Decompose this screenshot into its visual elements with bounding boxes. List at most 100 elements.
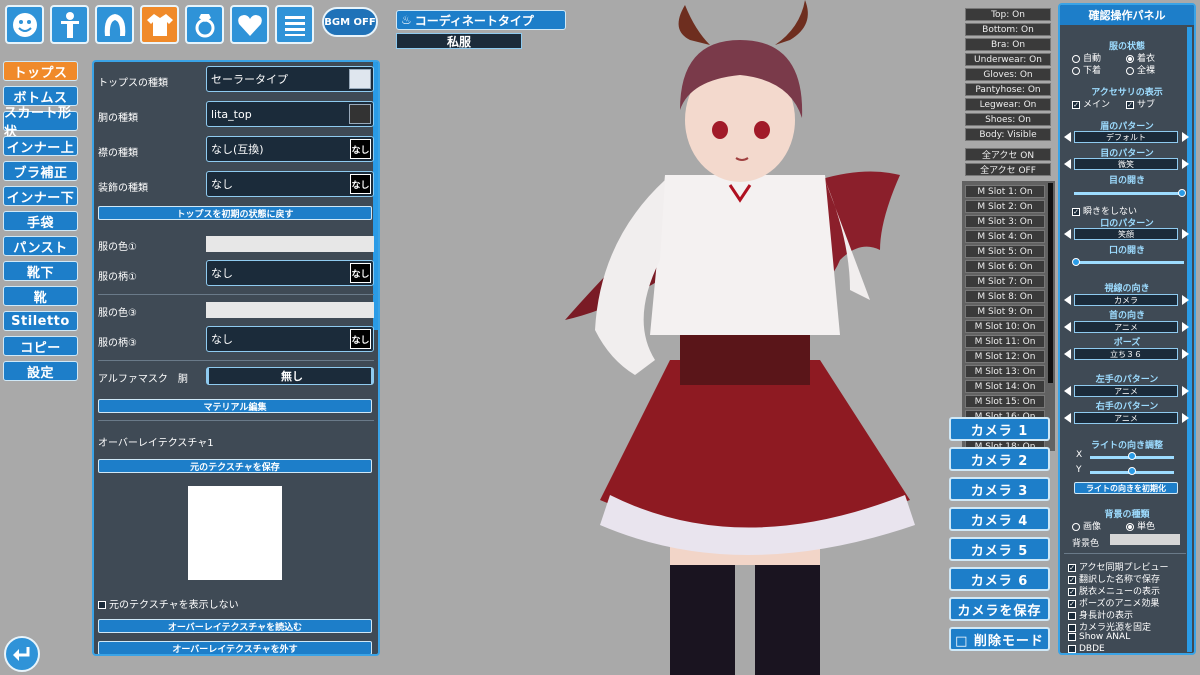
accessory-slot-button[interactable]: M Slot 5: On [965,245,1045,258]
next-arrow-icon[interactable] [1182,132,1189,142]
slot-scrollbar[interactable] [1048,183,1053,383]
status-toggle-button[interactable]: Shoes: On [965,113,1051,126]
option-checkbox[interactable]: DBDE [1068,644,1105,653]
body-icon[interactable] [50,5,89,44]
category-item[interactable]: Stiletto [3,311,78,331]
coordinate-type-select[interactable]: 私服 [396,33,522,49]
accessory-slot-button[interactable]: M Slot 11: On [965,335,1045,348]
eye-open-knob[interactable] [1178,189,1186,197]
collar-type-select[interactable]: なし(互換) なし [206,136,374,162]
camera-button[interactable]: カメラ 6 [949,567,1050,591]
remove-overlay-button[interactable]: オーバーレイテクスチャを外す [98,641,372,654]
pose-select[interactable]: 立ち３６ [1074,348,1178,360]
tops-type-select[interactable]: セーラータイプ [206,66,374,92]
eye-open-slider[interactable] [1074,192,1184,195]
next-arrow-icon[interactable] [1182,386,1189,396]
material-edit-button[interactable]: マテリアル編集 [98,399,372,413]
bgm-toggle-button[interactable]: BGM OFF [322,7,378,37]
next-arrow-icon[interactable] [1182,349,1189,359]
camera-button[interactable]: カメラ 2 [949,447,1050,471]
hide-texture-checkbox[interactable]: 元のテクスチャを表示しない [98,596,239,611]
category-item[interactable]: パンスト [3,236,78,256]
category-item[interactable]: 靴 [3,286,78,306]
bg-image-radio[interactable]: 画像 [1072,519,1101,532]
light-y-knob[interactable] [1128,467,1136,475]
status-toggle-button[interactable]: Bottom: On [965,23,1051,36]
accessory-slot-button[interactable]: M Slot 12: On [965,350,1045,363]
category-item[interactable]: スカート形状 [3,106,78,140]
category-item[interactable]: コピー [3,336,78,356]
body-type-select[interactable]: lita_top [206,101,374,127]
sub-accessory-checkbox[interactable]: ✓ サブ [1126,97,1155,110]
light-x-knob[interactable] [1128,452,1136,460]
category-item[interactable]: 靴下 [3,261,78,281]
status-toggle-button[interactable]: Gloves: On [965,68,1051,81]
hair-icon[interactable] [95,5,134,44]
accessory-slot-button[interactable]: M Slot 9: On [965,305,1045,318]
reset-light-button[interactable]: ライトの向きを初期化 [1074,482,1178,494]
mouth-pattern-select[interactable]: 笑顔 [1074,228,1178,240]
category-item[interactable]: ブラ補正 [3,161,78,181]
delete-mode-button[interactable]: □ 削除モード [949,627,1050,651]
prev-arrow-icon[interactable] [1064,322,1071,332]
brow-pattern-select[interactable]: デフォルト [1074,131,1178,143]
prev-arrow-icon[interactable] [1064,295,1071,305]
status-toggle-button[interactable]: Top: On [965,8,1051,21]
deco-type-select[interactable]: なし なし [206,171,374,197]
next-arrow-icon[interactable] [1182,322,1189,332]
prev-arrow-icon[interactable] [1064,132,1071,142]
accessory-slot-button[interactable]: M Slot 14: On [965,380,1045,393]
accessory-slot-button[interactable]: M Slot 13: On [965,365,1045,378]
face-icon[interactable] [5,5,44,44]
next-arrow-icon[interactable] [1182,295,1189,305]
neck-select[interactable]: アニメ [1074,321,1178,333]
category-item[interactable]: インナー上 [3,136,78,156]
prev-arrow-icon[interactable] [1064,386,1071,396]
accessory-slot-button[interactable]: M Slot 6: On [965,260,1045,273]
accessory-slot-button[interactable]: M Slot 15: On [965,395,1045,408]
option-checkbox[interactable]: Show ANAL [1068,632,1130,642]
accessory-slot-button[interactable]: M Slot 7: On [965,275,1045,288]
accessory-icon[interactable] [185,5,224,44]
prev-arrow-icon[interactable] [1064,159,1071,169]
category-item[interactable]: トップス [3,61,78,81]
character-viewport[interactable] [540,0,940,675]
eye-pattern-select[interactable]: 微笑 [1074,158,1178,170]
mouth-open-knob[interactable] [1072,258,1080,266]
pattern1-select[interactable]: なし なし [206,260,374,286]
next-arrow-icon[interactable] [1182,229,1189,239]
status-toggle-button[interactable]: Body: Visible [965,128,1051,141]
category-item[interactable]: 設定 [3,361,78,381]
save-texture-button[interactable]: 元のテクスチャを保存 [98,459,372,473]
left-hand-select[interactable]: アニメ [1074,385,1178,397]
all-accessories-on-button[interactable]: 全アクセ ON [965,148,1051,161]
next-arrow-icon[interactable] [1182,159,1189,169]
status-toggle-button[interactable]: Pantyhose: On [965,83,1051,96]
category-item[interactable]: 手袋 [3,211,78,231]
bg-color-swatch[interactable] [1110,534,1180,545]
accessory-slot-button[interactable]: M Slot 4: On [965,230,1045,243]
accessory-slot-button[interactable]: M Slot 8: On [965,290,1045,303]
accessory-slot-button[interactable]: M Slot 3: On [965,215,1045,228]
camera-button[interactable]: カメラ 4 [949,507,1050,531]
prev-arrow-icon[interactable] [1064,413,1071,423]
camera-button[interactable]: カメラ 1 [949,417,1050,441]
prev-arrow-icon[interactable] [1064,349,1071,359]
back-button[interactable] [4,636,40,672]
status-toggle-button[interactable]: Underwear: On [965,53,1051,66]
accessory-slot-button[interactable]: M Slot 2: On [965,200,1045,213]
camera-button[interactable]: カメラ 3 [949,477,1050,501]
alpha-mask-select[interactable]: 無し [206,367,374,385]
list-icon[interactable] [275,5,314,44]
pattern3-select[interactable]: なし なし [206,326,374,352]
bg-single-radio[interactable]: 単色 [1126,519,1155,532]
gaze-select[interactable]: カメラ [1074,294,1178,306]
load-overlay-button[interactable]: オーバーレイテクスチャを読込む [98,619,372,633]
category-item[interactable]: インナー下 [3,186,78,206]
prev-arrow-icon[interactable] [1064,229,1071,239]
next-arrow-icon[interactable] [1182,413,1189,423]
all-accessories-off-button[interactable]: 全アクセ OFF [965,163,1051,176]
state-nude-radio[interactable]: 全裸 [1126,63,1155,76]
main-accessory-checkbox[interactable]: ✓ メイン [1072,97,1110,110]
right-hand-select[interactable]: アニメ [1074,412,1178,424]
